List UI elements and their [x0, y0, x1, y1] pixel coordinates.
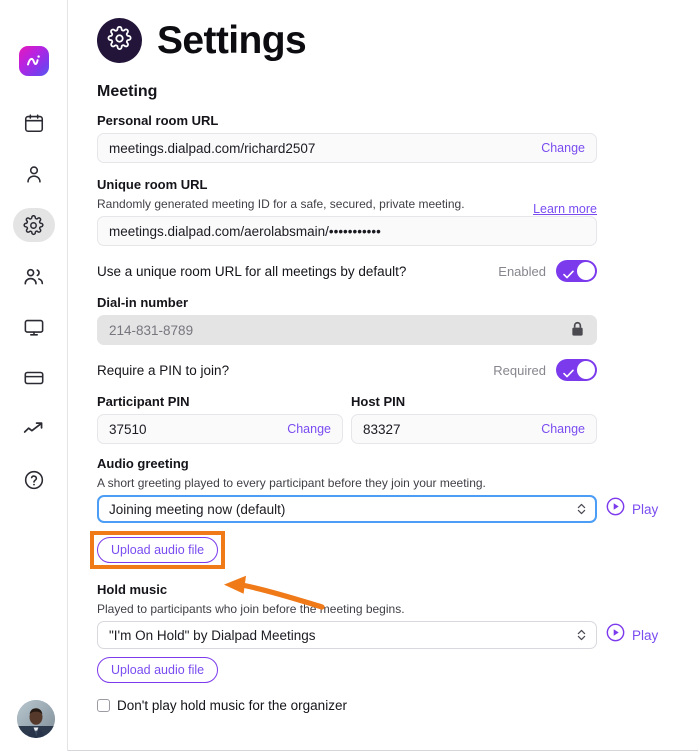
left-nav-sidebar [0, 0, 68, 751]
person-icon [23, 163, 45, 185]
card-icon [23, 367, 45, 389]
hold-music-organizer-row: Don't play hold music for the organizer [97, 698, 698, 713]
audio-greeting-upload-button[interactable]: Upload audio file [97, 537, 219, 563]
lock-icon [570, 321, 585, 340]
require-pin-toggle[interactable] [556, 359, 597, 381]
learn-more-link[interactable]: Learn more [533, 202, 597, 216]
hold-music-label: Hold music [97, 582, 168, 597]
unique-room-url-subrow: Randomly generated meeting ID for a safe… [97, 197, 597, 216]
check-icon [563, 365, 574, 383]
audio-greeting-select-row: Joining meeting now (default) Play [97, 495, 698, 523]
personal-room-url-change-link[interactable]: Change [541, 141, 585, 155]
unique-room-url-value: meetings.dialpad.com/aerolabsmain/••••••… [109, 223, 381, 239]
hold-music-upload-button[interactable]: Upload audio file [97, 657, 219, 683]
unique-room-default-toggle-row: Use a unique room URL for all meetings b… [97, 260, 597, 282]
section-title-meeting: Meeting [97, 83, 158, 100]
unique-room-default-state-label: Enabled [498, 263, 546, 279]
hold-music-play-label: Play [632, 627, 659, 643]
toggle-knob [577, 262, 595, 280]
personal-room-url-value: meetings.dialpad.com/richard2507 [109, 140, 316, 156]
hold-music-upload-wrap: Upload audio file [97, 657, 698, 683]
hold-music-organizer-checkbox[interactable] [97, 699, 110, 712]
unique-room-default-question: Use a unique room URL for all meetings b… [97, 263, 407, 279]
require-pin-toggle-row: Require a PIN to join? Required [97, 359, 597, 381]
sidebar-item-teams[interactable] [13, 259, 55, 293]
hold-music-description: Played to participants who join before t… [97, 602, 405, 616]
hold-music-select-row: "I'm On Hold" by Dialpad Meetings Play [97, 621, 698, 649]
check-icon [563, 266, 574, 284]
host-pin-value: 83327 [363, 421, 401, 437]
host-pin-group: Host PIN 83327 Change [351, 394, 597, 444]
sidebar-item-billing[interactable] [13, 361, 55, 395]
play-icon [606, 623, 625, 647]
participant-pin-field[interactable]: 37510 Change [97, 414, 343, 444]
audio-greeting-selected-value: Joining meeting now (default) [109, 501, 286, 517]
hold-music-organizer-label: Don't play hold music for the organizer [117, 698, 347, 713]
gear-icon [107, 25, 132, 56]
dial-in-number-value: 214-831-8789 [109, 322, 194, 338]
sidebar-item-calendar[interactable] [13, 106, 55, 140]
hold-music-select[interactable]: "I'm On Hold" by Dialpad Meetings [97, 621, 597, 649]
settings-badge [97, 18, 142, 63]
help-icon [23, 469, 45, 491]
personal-room-url-label: Personal room URL [97, 113, 219, 128]
dialpad-ai-logo[interactable] [18, 46, 49, 76]
participant-pin-value: 37510 [109, 421, 147, 437]
host-pin-field[interactable]: 83327 Change [351, 414, 597, 444]
sidebar-item-contacts[interactable] [13, 157, 55, 191]
audio-greeting-label: Audio greeting [97, 456, 189, 471]
settings-content: Settings Meeting Personal room URL meeti… [68, 0, 698, 751]
avatar[interactable] [17, 700, 55, 738]
audio-greeting-upload-highlight: Upload audio file [90, 531, 226, 569]
audio-greeting-description: A short greeting played to every partici… [97, 476, 486, 490]
app-window: Settings Meeting Personal room URL meeti… [0, 0, 698, 751]
require-pin-state-label: Required [493, 362, 546, 378]
page-title: Settings [157, 19, 307, 62]
participant-pin-label: Participant PIN [97, 394, 190, 409]
audio-greeting-play-button[interactable]: Play [606, 497, 658, 521]
unique-room-default-toggle[interactable] [556, 260, 597, 282]
play-icon [606, 497, 625, 521]
require-pin-toggle-group: Required [493, 359, 597, 381]
unique-room-url-description: Randomly generated meeting ID for a safe… [97, 197, 465, 211]
unique-room-default-toggle-group: Enabled [498, 260, 597, 282]
sidebar-item-settings[interactable] [12, 208, 55, 242]
monitor-icon [23, 316, 45, 338]
unique-room-url-label: Unique room URL [97, 177, 208, 192]
hold-music-selected-value: "I'm On Hold" by Dialpad Meetings [109, 627, 316, 643]
pin-fields-row: Participant PIN 37510 Change Host PIN 83… [97, 394, 597, 444]
sidebar-item-help[interactable] [13, 463, 55, 497]
host-pin-label: Host PIN [351, 394, 406, 409]
audio-greeting-play-label: Play [632, 501, 659, 517]
gear-icon [23, 214, 44, 236]
audio-greeting-select[interactable]: Joining meeting now (default) [97, 495, 597, 523]
sidebar-item-desktop[interactable] [13, 310, 55, 344]
dial-in-number-field: 214-831-8789 [97, 315, 597, 345]
hold-music-play-button[interactable]: Play [606, 623, 658, 647]
unique-room-url-field[interactable]: meetings.dialpad.com/aerolabsmain/••••••… [97, 216, 597, 246]
host-pin-change-link[interactable]: Change [541, 422, 585, 436]
page-header: Settings [97, 18, 698, 63]
personal-room-url-field[interactable]: meetings.dialpad.com/richard2507 Change [97, 133, 597, 163]
trending-icon [22, 418, 45, 441]
participant-pin-group: Participant PIN 37510 Change [97, 394, 343, 444]
people-icon [22, 265, 45, 288]
sidebar-item-analytics[interactable] [13, 412, 55, 446]
chevron-updown-icon [576, 502, 587, 516]
participant-pin-change-link[interactable]: Change [287, 422, 331, 436]
dial-in-number-label: Dial-in number [97, 295, 189, 310]
toggle-knob [577, 361, 595, 379]
chevron-updown-icon [576, 628, 587, 642]
calendar-icon [23, 112, 45, 134]
require-pin-question: Require a PIN to join? [97, 362, 230, 378]
